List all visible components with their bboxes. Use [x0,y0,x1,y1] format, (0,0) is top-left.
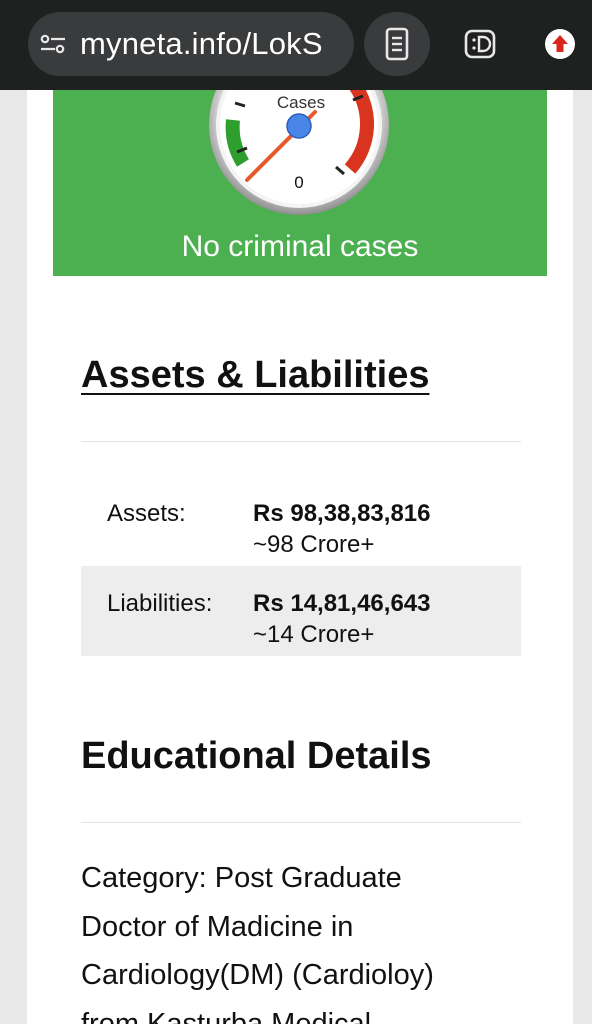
education-details-text: Category: Post Graduate Doctor of Madici… [81,854,521,1024]
education-line: Category: Post Graduate [81,862,402,894]
tune-icon[interactable] [40,34,66,54]
extension-d-icon [464,29,496,59]
cases-gauge: Cases 0 [209,90,389,215]
assets-label: Assets: [107,500,186,527]
education-line: from Kasturba Medical [81,1007,372,1024]
assets-amount: Rs 98,38,83,816 [253,500,431,527]
liabilities-label: Liabilities: [107,590,213,617]
criminal-cases-panel: Cases 0 No criminal cases [53,90,547,276]
assets-approx: ~98 Crore+ [253,531,375,558]
extension-button[interactable] [452,12,508,76]
education-line: Doctor of Madicine in [81,910,354,943]
liabilities-row: Liabilities: Rs 14,81,46,643 ~14 Crore+ [81,566,521,656]
gauge-label: Cases [277,93,325,112]
assets-liabilities-heading[interactable]: Assets & Liabilities [81,354,429,397]
page-content: Cases 0 No criminal cases Assets & Liabi… [27,90,573,1024]
criminal-cases-caption: No criminal cases [181,230,419,263]
divider [81,441,521,442]
education-line: Cardiology(DM) (Cardioloy) [81,959,434,991]
assets-row: Assets: Rs 98,38,83,816 ~98 Crore+ [81,476,521,566]
url-text[interactable]: myneta.info/LokS [80,26,323,62]
browser-toolbar: myneta.info/LokS [0,0,592,90]
reader-mode-button[interactable] [364,12,430,76]
upload-button[interactable] [532,12,588,76]
liabilities-amount: Rs 14,81,46,643 [253,590,431,617]
liabilities-approx: ~14 Crore+ [253,621,375,648]
gauge-hub [286,113,312,139]
reader-mode-icon [385,27,409,61]
gauge-value: 0 [294,173,303,192]
educational-details-heading: Educational Details [81,735,432,777]
upload-icon [545,29,575,59]
divider [81,822,521,823]
address-bar[interactable]: myneta.info/LokS [28,12,354,76]
